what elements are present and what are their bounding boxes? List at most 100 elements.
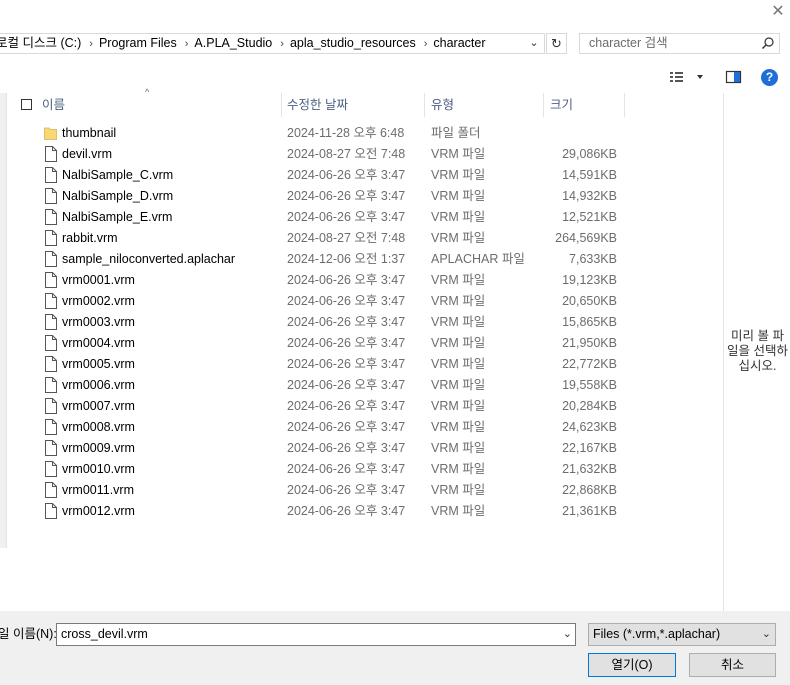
column-header-type[interactable]: 유형 [431, 93, 454, 117]
file-row[interactable]: rabbit.vrm 2024-08-27 오전 7:48 VRM 파일 264,56… [0, 228, 722, 249]
address-dropdown-icon[interactable]: ⌄ [526, 34, 542, 53]
filename-field[interactable]: cross_devil.vrm ⌄ [56, 623, 576, 646]
column-divider[interactable] [543, 93, 544, 117]
file-size: 12,521KB [562, 210, 617, 224]
file-name: vrm0006.vrm [62, 378, 135, 392]
file-date: 2024-06-26 오후 3:47 [287, 336, 406, 350]
file-icon [45, 356, 57, 372]
column-header-size[interactable]: 크기 [550, 93, 573, 117]
preview-pane-toggle[interactable] [724, 69, 744, 85]
filetype-value: Files (*.vrm,*.aplachar) [593, 627, 721, 641]
breadcrumb-item[interactable]: 로컬 디스크 (C:) [0, 34, 81, 53]
file-size: 19,558KB [562, 378, 617, 392]
breadcrumb-chevron-icon[interactable]: › [185, 35, 189, 54]
column-header-date[interactable]: 수정한 날짜 [287, 93, 348, 117]
file-size: 22,868KB [562, 483, 617, 497]
preview-message-line: 일을 선택하 [727, 344, 788, 358]
breadcrumb-item[interactable]: Program Files [99, 34, 177, 53]
file-row[interactable]: NalbiSample_C.vrm 2024-06-26 오후 3:47 VRM 파… [0, 165, 722, 186]
file-icon [45, 440, 57, 456]
file-row[interactable]: vrm0005.vrm 2024-06-26 오후 3:47 VRM 파일 22,77… [0, 354, 722, 375]
chevron-down-icon[interactable]: ⌄ [563, 624, 572, 645]
file-name: vrm0012.vrm [62, 504, 135, 518]
cancel-button[interactable]: 취소 [689, 653, 776, 677]
file-type: VRM 파일 [431, 441, 486, 455]
file-icon [45, 377, 57, 393]
column-divider[interactable] [281, 93, 282, 117]
file-row[interactable]: vrm0003.vrm 2024-06-26 오후 3:47 VRM 파일 15,86… [0, 312, 722, 333]
help-icon[interactable]: ? [761, 69, 778, 86]
file-size: 22,772KB [562, 357, 617, 371]
file-type: VRM 파일 [431, 189, 486, 203]
file-type: VRM 파일 [431, 294, 486, 308]
preview-message-line: 십시오. [738, 359, 777, 373]
file-name: rabbit.vrm [62, 231, 118, 245]
view-options-button[interactable] [668, 69, 708, 85]
file-name: thumbnail [62, 126, 117, 140]
file-row[interactable]: NalbiSample_E.vrm 2024-06-26 오후 3:47 VRM 파… [0, 207, 722, 228]
file-icon [45, 398, 57, 414]
preview-pane-icon [725, 70, 742, 84]
file-name: NalbiSample_C.vrm [62, 168, 174, 182]
file-row[interactable]: devil.vrm 2024-08-27 오전 7:48 VRM 파일 29,086K… [0, 144, 722, 165]
file-size: 20,284KB [562, 399, 617, 413]
file-row[interactable]: vrm0010.vrm 2024-06-26 오후 3:47 VRM 파일 21,63… [0, 459, 722, 480]
file-row[interactable]: vrm0004.vrm 2024-06-26 오후 3:47 VRM 파일 21,95… [0, 333, 722, 354]
file-row[interactable]: vrm0006.vrm 2024-06-26 오후 3:47 VRM 파일 19,55… [0, 375, 722, 396]
file-row[interactable]: NalbiSample_D.vrm 2024-06-26 오후 3:47 VRM 파… [0, 186, 722, 207]
file-row[interactable]: vrm0001.vrm 2024-06-26 오후 3:47 VRM 파일 19,12… [0, 270, 722, 291]
breadcrumb-chevron-icon[interactable]: › [280, 35, 284, 54]
breadcrumb-item[interactable]: A.PLA_Studio [194, 34, 272, 53]
chevron-down-icon[interactable]: ⌄ [762, 624, 771, 645]
file-type: VRM 파일 [431, 483, 486, 497]
file-row[interactable]: vrm0012.vrm 2024-06-26 오후 3:47 VRM 파일 21,36… [0, 501, 722, 522]
file-row[interactable]: vrm0011.vrm 2024-06-26 오후 3:47 VRM 파일 22,86… [0, 480, 722, 501]
search-input[interactable]: character 검색 [579, 33, 780, 54]
file-date: 2024-06-26 오후 3:47 [287, 168, 406, 182]
preview-message: 미리 볼 파 일을 선택하 십시오. [724, 329, 790, 374]
file-name: vrm0003.vrm [62, 315, 135, 329]
breadcrumb-chevron-icon[interactable]: › [89, 35, 93, 54]
file-type: VRM 파일 [431, 399, 486, 413]
file-icon [45, 461, 57, 477]
file-type: VRM 파일 [431, 378, 486, 392]
file-type: VRM 파일 [431, 210, 486, 224]
file-size: 19,123KB [562, 273, 617, 287]
column-header-name[interactable]: 이름 [42, 93, 65, 117]
file-size: 21,632KB [562, 462, 617, 476]
file-row[interactable]: vrm0002.vrm 2024-06-26 오후 3:47 VRM 파일 20,65… [0, 291, 722, 312]
close-button[interactable]: ✕ [768, 2, 788, 22]
breadcrumb-chevron-icon[interactable]: › [424, 35, 428, 54]
file-name: sample_niloconverted.aplachar [62, 252, 236, 266]
file-name: vrm0008.vrm [62, 420, 135, 434]
file-date: 2024-06-26 오후 3:47 [287, 294, 406, 308]
preview-message-line: 미리 볼 파 [731, 329, 784, 343]
file-row[interactable]: vrm0007.vrm 2024-06-26 오후 3:47 VRM 파일 20,28… [0, 396, 722, 417]
file-date: 2024-06-26 오후 3:47 [287, 189, 406, 203]
open-button[interactable]: 열기(O) [588, 653, 676, 677]
search-icon[interactable] [761, 36, 775, 50]
breadcrumb-item[interactable]: character [433, 34, 485, 53]
address-bar[interactable]: 로컬 디스크 (C:) › Program Files › A.PLA_Studio › a… [0, 33, 545, 54]
file-size: 14,932KB [562, 189, 617, 203]
file-type: VRM 파일 [431, 336, 486, 350]
file-icon [45, 272, 57, 288]
file-name: vrm0002.vrm [62, 294, 135, 308]
refresh-button[interactable]: ↻ [546, 33, 567, 54]
file-date: 2024-08-27 오전 7:48 [287, 231, 406, 245]
breadcrumb-item[interactable]: apla_studio_resources [290, 34, 416, 53]
file-date: 2024-06-26 오후 3:47 [287, 441, 406, 455]
file-row[interactable]: thumbnail 2024-11-28 오후 6:48 파일 폴더 [0, 123, 722, 144]
select-all-checkbox[interactable] [21, 99, 32, 110]
file-size: 14,591KB [562, 168, 617, 182]
file-name: vrm0009.vrm [62, 441, 135, 455]
file-icon [45, 503, 57, 519]
column-divider[interactable] [424, 93, 425, 117]
column-divider[interactable] [624, 93, 625, 117]
file-date: 2024-12-06 오전 1:37 [287, 252, 406, 266]
file-row[interactable]: sample_niloconverted.aplachar 2024-12-06 … [0, 249, 722, 270]
file-name: vrm0001.vrm [62, 273, 135, 287]
file-row[interactable]: vrm0008.vrm 2024-06-26 오후 3:47 VRM 파일 24,62… [0, 417, 722, 438]
filetype-select[interactable]: Files (*.vrm,*.aplachar) ⌄ [588, 623, 776, 646]
file-row[interactable]: vrm0009.vrm 2024-06-26 오후 3:47 VRM 파일 22,16… [0, 438, 722, 459]
